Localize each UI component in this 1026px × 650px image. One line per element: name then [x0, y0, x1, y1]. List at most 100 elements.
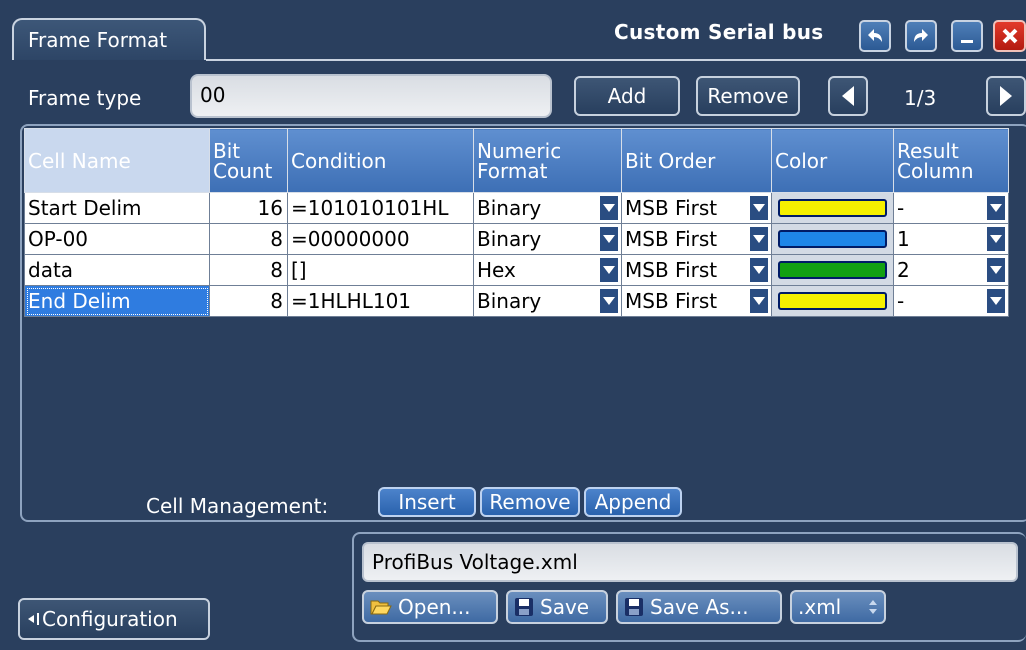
- triangle-right-icon: [1000, 86, 1012, 106]
- close-button[interactable]: [993, 20, 1026, 52]
- configuration-button[interactable]: Configuration: [18, 598, 210, 640]
- frame-type-input[interactable]: 00: [190, 74, 552, 118]
- tab-frame-format[interactable]: Frame Format: [12, 18, 206, 60]
- numeric-format-value: Binary: [477, 227, 542, 251]
- add-frame-button[interactable]: Add: [574, 76, 680, 116]
- color-picker[interactable]: [771, 254, 894, 286]
- tab-divider: [206, 59, 1026, 61]
- remove-frame-button[interactable]: Remove: [696, 76, 800, 116]
- undo-icon: [868, 29, 882, 42]
- save-button[interactable]: Save: [506, 590, 608, 624]
- cell-management-label: Cell Management:: [146, 494, 329, 518]
- cell-bit-count[interactable]: 8: [209, 223, 288, 255]
- page-indicator: 1/3: [904, 86, 937, 110]
- cell-condition[interactable]: =00000000: [287, 223, 474, 255]
- header-cell-name[interactable]: Cell Name: [24, 128, 210, 193]
- frame-type-label: Frame type: [28, 86, 142, 110]
- color-swatch[interactable]: [778, 199, 887, 217]
- dropdown-arrow-icon[interactable]: [750, 227, 768, 251]
- undo-button[interactable]: [859, 20, 891, 52]
- result-column-value: -: [897, 289, 905, 313]
- dropdown-arrow-icon[interactable]: [750, 258, 768, 282]
- numeric-format-value: Binary: [477, 196, 542, 220]
- insert-cell-button[interactable]: Insert: [378, 487, 476, 517]
- table-header-row: Cell Name Bit Count Condition Numeric Fo…: [24, 128, 1009, 193]
- result-column-select[interactable]: 1: [893, 223, 1009, 255]
- header-bit-order[interactable]: Bit Order: [621, 128, 772, 193]
- dropdown-arrow-icon[interactable]: [750, 196, 768, 220]
- cell-name[interactable]: Start Delim: [24, 192, 210, 224]
- dropdown-arrow-icon[interactable]: [600, 289, 618, 313]
- color-swatch[interactable]: [778, 261, 887, 279]
- numeric-format-value: Binary: [477, 289, 542, 313]
- append-cell-button[interactable]: Append: [584, 487, 682, 517]
- cell-name[interactable]: data: [24, 254, 210, 286]
- folder-icon: [370, 600, 392, 615]
- cell-table-area: Cell Name Bit Count Condition Numeric Fo…: [24, 128, 1026, 318]
- bit-order-select[interactable]: MSB First: [621, 192, 772, 224]
- dropdown-arrow-icon[interactable]: [600, 196, 618, 220]
- color-swatch[interactable]: [778, 292, 887, 310]
- header-color[interactable]: Color: [771, 128, 894, 193]
- result-column-value: -: [897, 196, 905, 220]
- floppy-disk-icon: [515, 598, 533, 616]
- cell-condition[interactable]: =101010101HL: [287, 192, 474, 224]
- table-row[interactable]: data 8 [] Hex MSB First 2: [24, 254, 1009, 286]
- table-row[interactable]: End Delim 8 =1HLHL101 Binary MSB First -: [24, 285, 1009, 317]
- bit-order-select[interactable]: MSB First: [621, 254, 772, 286]
- spinner-arrows-icon: [869, 600, 877, 614]
- next-page-button[interactable]: [986, 76, 1026, 116]
- dropdown-arrow-icon[interactable]: [750, 289, 768, 313]
- cell-bit-count[interactable]: 16: [209, 192, 288, 224]
- cell-name[interactable]: OP-00: [24, 223, 210, 255]
- numeric-format-select[interactable]: Binary: [473, 285, 622, 317]
- color-picker[interactable]: [771, 285, 894, 317]
- header-condition[interactable]: Condition: [287, 128, 474, 193]
- redo-icon: [914, 29, 928, 42]
- bit-order-select[interactable]: MSB First: [621, 285, 772, 317]
- dropdown-arrow-icon[interactable]: [987, 289, 1005, 313]
- color-picker[interactable]: [771, 223, 894, 255]
- redo-button[interactable]: [905, 20, 937, 52]
- bit-order-value: MSB First: [625, 227, 718, 251]
- numeric-format-select[interactable]: Hex: [473, 254, 622, 286]
- open-button[interactable]: Open...: [362, 590, 498, 624]
- color-swatch[interactable]: [778, 230, 887, 248]
- result-column-select[interactable]: -: [893, 285, 1009, 317]
- cell-condition[interactable]: =1HLHL101: [287, 285, 474, 317]
- dropdown-arrow-icon[interactable]: [987, 258, 1005, 282]
- dropdown-arrow-icon[interactable]: [600, 227, 618, 251]
- dropdown-arrow-icon[interactable]: [987, 196, 1005, 220]
- table-row[interactable]: OP-00 8 =00000000 Binary MSB First 1: [24, 223, 1009, 255]
- result-column-select[interactable]: -: [893, 192, 1009, 224]
- numeric-format-select[interactable]: Binary: [473, 223, 622, 255]
- cell-table: Cell Name Bit Count Condition Numeric Fo…: [24, 128, 1009, 317]
- triangle-left-icon: [842, 86, 854, 106]
- bit-order-value: MSB First: [625, 196, 718, 220]
- bit-order-value: MSB First: [625, 258, 718, 282]
- cell-condition[interactable]: []: [287, 254, 474, 286]
- cell-bit-count[interactable]: 8: [209, 285, 288, 317]
- dropdown-arrow-icon[interactable]: [600, 258, 618, 282]
- save-label: Save: [540, 595, 590, 619]
- header-bit-count[interactable]: Bit Count: [209, 128, 288, 193]
- color-picker[interactable]: [771, 192, 894, 224]
- header-result-column[interactable]: Result Column: [893, 128, 1009, 193]
- dropdown-arrow-icon[interactable]: [987, 227, 1005, 251]
- file-extension-select[interactable]: .xml: [790, 590, 886, 624]
- triangle-left-icon: [28, 613, 39, 625]
- table-row[interactable]: Start Delim 16 =101010101HL Binary MSB F…: [24, 192, 1009, 224]
- bit-order-select[interactable]: MSB First: [621, 223, 772, 255]
- header-numeric-format[interactable]: Numeric Format: [473, 128, 622, 193]
- filename-input[interactable]: ProfiBus Voltage.xml: [362, 542, 1018, 582]
- minimize-button[interactable]: [951, 20, 983, 52]
- cell-name[interactable]: End Delim: [24, 285, 210, 317]
- numeric-format-select[interactable]: Binary: [473, 192, 622, 224]
- result-column-select[interactable]: 2: [893, 254, 1009, 286]
- cell-bit-count[interactable]: 8: [209, 254, 288, 286]
- save-as-button[interactable]: Save As...: [616, 590, 782, 624]
- window-title: Custom Serial bus: [614, 20, 824, 44]
- previous-page-button[interactable]: [828, 76, 868, 116]
- result-column-value: 2: [897, 258, 910, 282]
- remove-cell-button[interactable]: Remove: [480, 487, 580, 517]
